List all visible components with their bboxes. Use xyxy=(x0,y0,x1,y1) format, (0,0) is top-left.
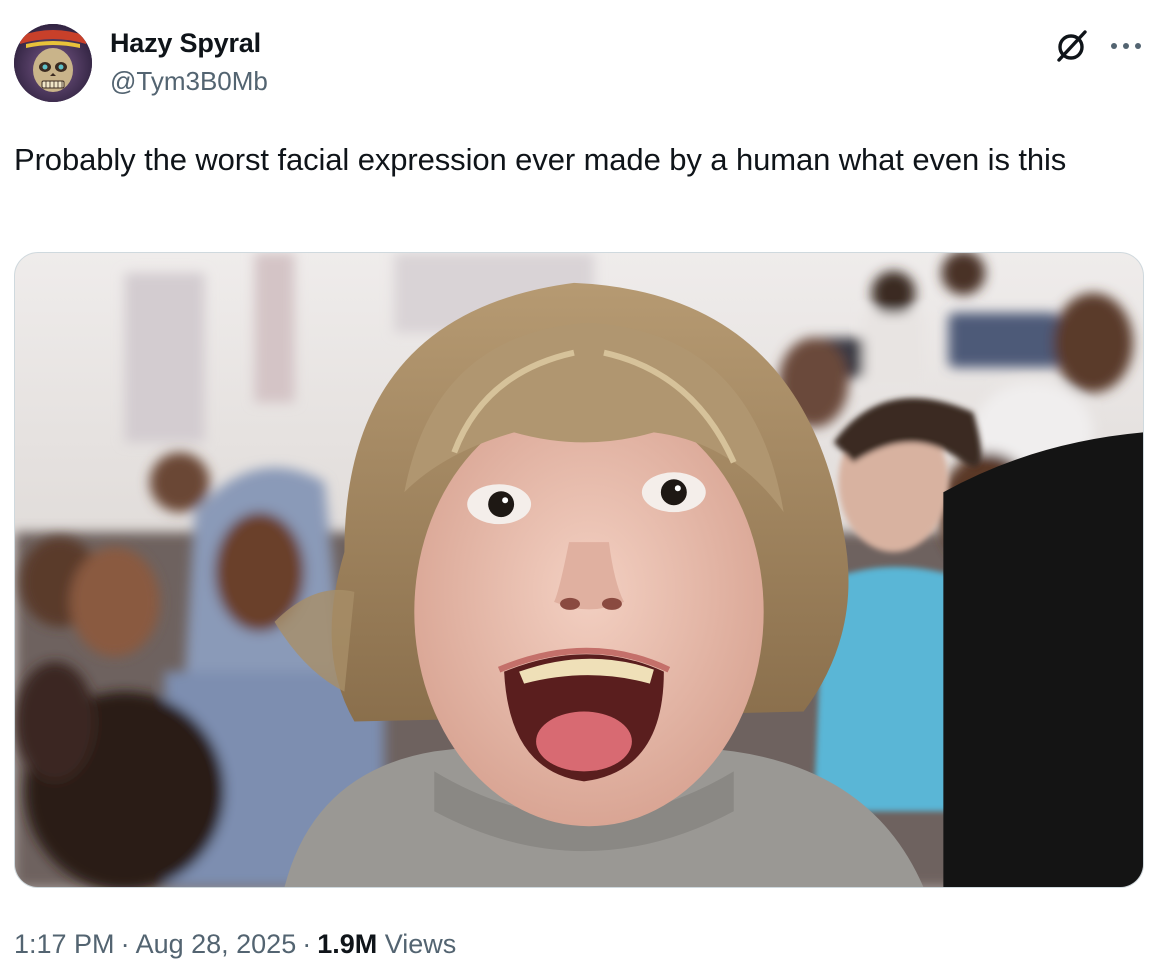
avatar-image xyxy=(14,24,92,102)
meta-separator: · xyxy=(302,929,312,959)
tweet-card: Hazy Spyral @Tym3B0Mb Probably the worst… xyxy=(0,0,1162,980)
tweet-time[interactable]: 1:17 PM xyxy=(14,929,115,959)
more-icon[interactable] xyxy=(1108,30,1144,62)
handle[interactable]: @Tym3B0Mb xyxy=(110,64,268,98)
views-label: Views xyxy=(384,929,457,959)
tweet-meta: 1:17 PM · Aug 28, 2025 · 1.9M Views xyxy=(14,922,456,966)
meta-separator: · xyxy=(120,929,130,959)
tweet-text: Probably the worst facial expression eve… xyxy=(14,142,1067,177)
display-name[interactable]: Hazy Spyral xyxy=(110,26,268,60)
tweet-date[interactable]: Aug 28, 2025 xyxy=(136,929,297,959)
media-photo xyxy=(15,253,1143,887)
views-count: 1.9M xyxy=(317,929,378,959)
grok-icon[interactable] xyxy=(1052,26,1092,66)
avatar[interactable] xyxy=(14,24,92,102)
tweet-media[interactable] xyxy=(14,252,1144,888)
author-block[interactable]: Hazy Spyral @Tym3B0Mb xyxy=(110,26,268,98)
